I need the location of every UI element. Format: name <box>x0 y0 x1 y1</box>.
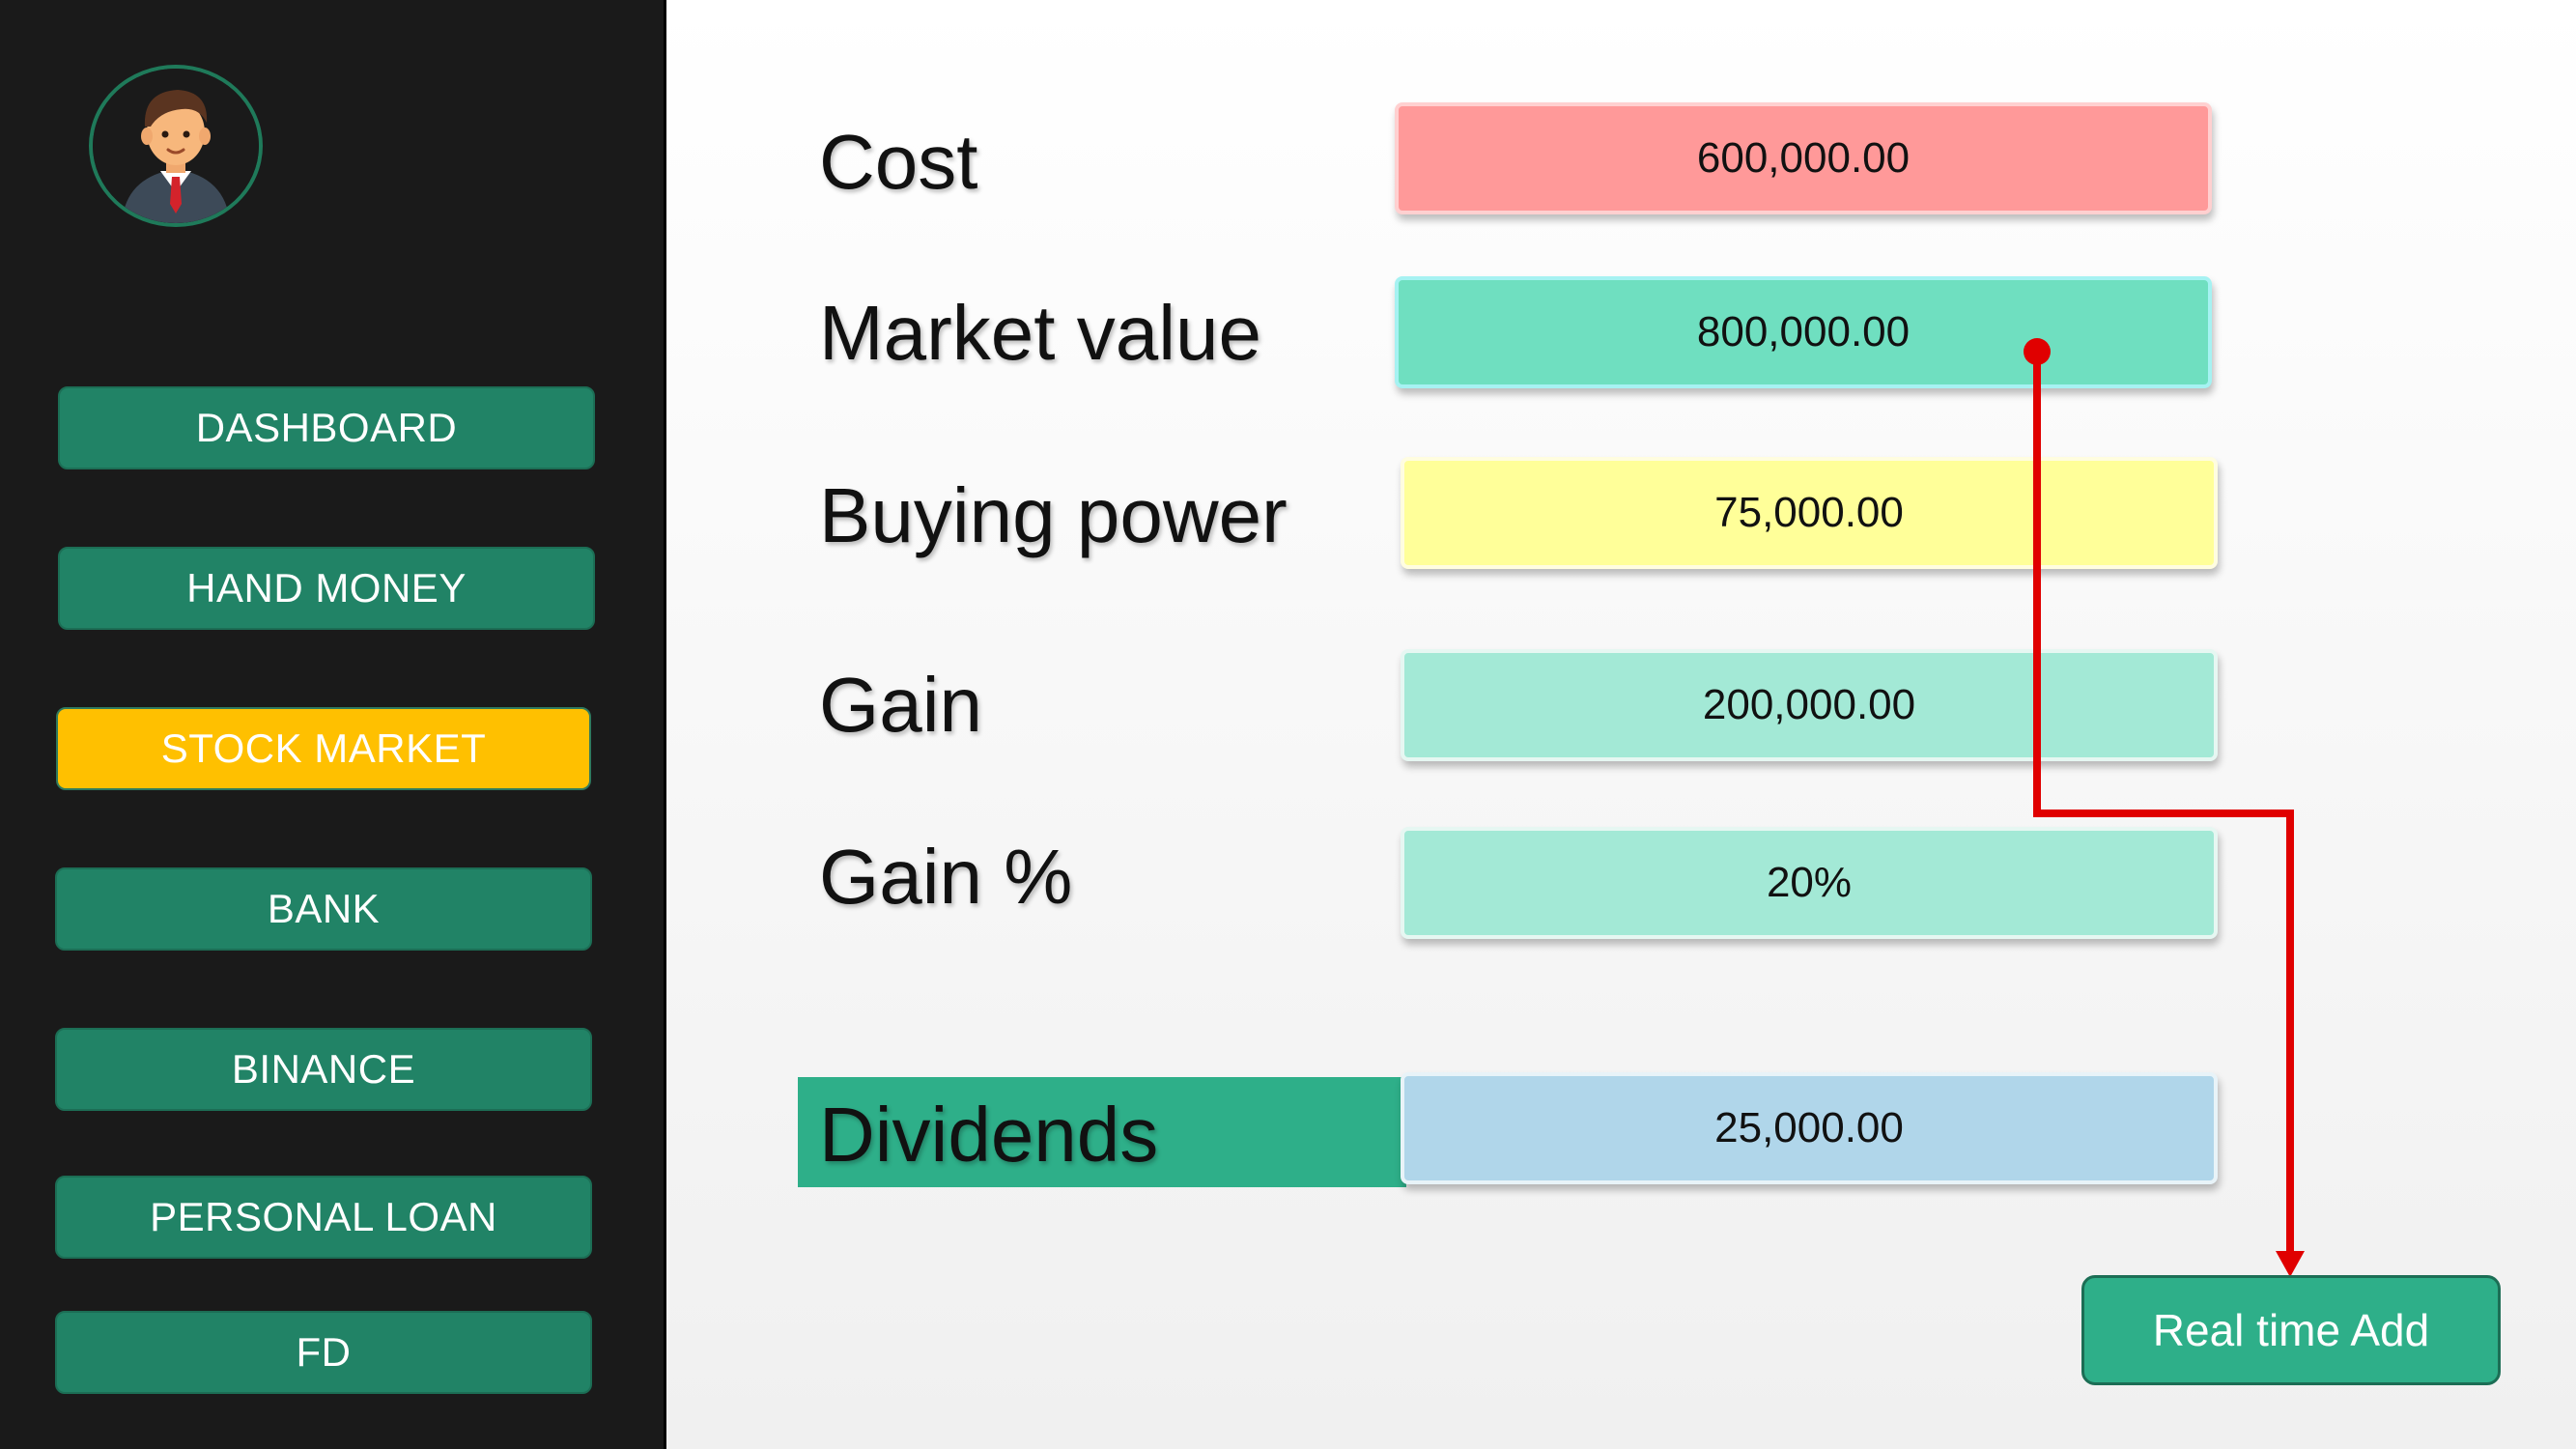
market-value-field[interactable]: 800,000.00 <box>1395 276 2212 388</box>
nav-binance-button[interactable]: BINANCE <box>55 1028 592 1111</box>
cost-label: Cost <box>819 119 978 205</box>
gain-value-field[interactable]: 200,000.00 <box>1401 649 2218 761</box>
gain-label: Gain <box>819 662 982 748</box>
buying-power-label: Buying power <box>819 472 1288 558</box>
gain-percent-field[interactable]: 20% <box>1401 827 2218 939</box>
nav-bank-button[interactable]: BANK <box>55 867 592 951</box>
buying-power-field[interactable]: 75,000.00 <box>1401 457 2218 569</box>
cost-value-field[interactable]: 600,000.00 <box>1395 102 2212 214</box>
dividends-value-field[interactable]: 25,000.00 <box>1401 1072 2218 1184</box>
nav-hand-money-button[interactable]: HAND MONEY <box>58 547 595 630</box>
real-time-add-button[interactable]: Real time Add <box>2081 1275 2501 1385</box>
market-value-label: Market value <box>819 290 1261 376</box>
avatar-graphic <box>93 69 259 223</box>
businessman-avatar-icon[interactable] <box>89 65 263 227</box>
sidebar: DASHBOARD HAND MONEY STOCK MARKET BANK B… <box>0 0 666 1449</box>
nav-dashboard-button[interactable]: DASHBOARD <box>58 386 595 469</box>
nav-personal-loan-button[interactable]: PERSONAL LOAN <box>55 1176 592 1259</box>
gain-percent-label: Gain % <box>819 834 1073 920</box>
nav-fd-button[interactable]: FD <box>55 1311 592 1394</box>
dividends-label: Dividends <box>819 1092 1159 1178</box>
nav-stock-market-button[interactable]: STOCK MARKET <box>56 707 591 790</box>
